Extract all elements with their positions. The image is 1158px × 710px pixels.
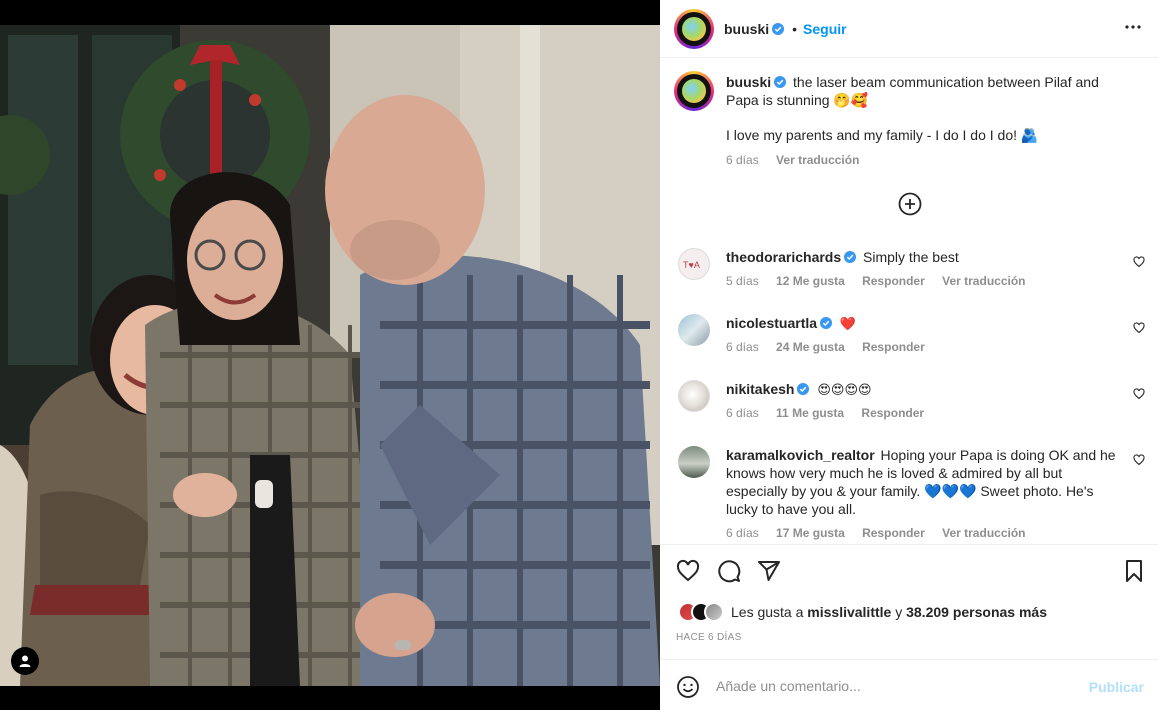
comment-likes[interactable]: 17 Me gusta (776, 526, 845, 540)
svg-text:T♥A: T♥A (683, 260, 700, 270)
comment-body: nicolestuartla ❤️ (726, 314, 1116, 334)
comment-text: 😍😍😍😍 (817, 383, 872, 398)
comment-composer: Publicar (660, 661, 1158, 710)
post-header: buuski • Seguir (660, 0, 1158, 58)
comment-input[interactable] (716, 675, 1076, 697)
commenter-avatar[interactable]: T♥A (678, 248, 710, 280)
commenter-avatar[interactable] (678, 314, 710, 346)
publish-button[interactable]: Publicar (1089, 679, 1144, 695)
comment-meta: 6 días 24 Me gusta Responder (726, 340, 939, 354)
photo-illustration (0, 25, 660, 686)
caption-line2: I love my parents and my family - I do I… (726, 127, 1121, 144)
separator-dot: • (792, 20, 798, 37)
comment-meta: 6 días 11 Me gusta Responder (726, 406, 938, 420)
photo-panel (0, 0, 660, 710)
comment-likes[interactable]: 11 Me gusta (776, 406, 844, 420)
follow-button[interactable]: Seguir (803, 21, 847, 37)
verified-icon (772, 22, 785, 35)
comment-meta: 5 días 12 Me gusta Responder Ver traducc… (726, 274, 1040, 288)
post-photo[interactable] (0, 25, 660, 686)
comment-body: nikitakesh 😍😍😍😍 (726, 380, 1116, 400)
caption-line2-text: I love my parents and my family - I do I… (726, 127, 1039, 143)
comment-like-icon[interactable] (1133, 388, 1145, 400)
translate-link[interactable]: Ver traducción (942, 526, 1025, 540)
comment-like-icon[interactable] (1133, 454, 1145, 466)
comment-time[interactable]: 5 días (726, 274, 759, 288)
caption-translate-link[interactable]: Ver traducción (776, 153, 859, 167)
comment-meta: 6 días 17 Me gusta Responder Ver traducc… (726, 526, 1040, 540)
emoji-icon[interactable] (676, 675, 700, 699)
comment-likes[interactable]: 24 Me gusta (776, 340, 845, 354)
liker-avatar (704, 602, 724, 622)
comment-like-icon[interactable] (1133, 256, 1145, 268)
post-actions: Les gusta a misslivalittle y 38.209 pers… (660, 544, 1158, 660)
likes-connector: y (895, 604, 903, 620)
commenter-username[interactable]: nikitakesh (726, 381, 794, 397)
comment-body: karamalkovich_realtor Hoping your Papa i… (726, 446, 1116, 518)
caption-time[interactable]: 6 días (726, 153, 759, 167)
reply-button[interactable]: Responder (862, 526, 925, 540)
translate-link[interactable]: Ver traducción (942, 274, 1025, 288)
verified-icon (820, 317, 833, 329)
comment-text: Simply the best (863, 249, 959, 265)
author-username[interactable]: buuski (724, 21, 769, 37)
reply-button[interactable]: Responder (862, 274, 925, 288)
commenter-avatar[interactable] (678, 380, 710, 412)
author-avatar[interactable] (674, 8, 714, 49)
posted-ago[interactable]: HACE 6 DÍAS (676, 632, 742, 643)
like-icon[interactable] (676, 559, 700, 583)
verified-icon (797, 383, 810, 395)
load-more-icon[interactable] (898, 192, 922, 216)
more-options-icon[interactable] (1124, 18, 1142, 36)
instagram-post-modal: buuski • Seguir buuski the laser beam co… (0, 0, 1158, 710)
reply-button[interactable]: Responder (862, 340, 925, 354)
caption-text-block: buuski the laser beam communication betw… (726, 73, 1121, 109)
comment-time[interactable]: 6 días (726, 526, 759, 540)
verified-icon (844, 251, 857, 263)
likes-prefix: Les gusta a (731, 604, 804, 620)
commenter-avatar[interactable] (678, 446, 710, 478)
comment-time[interactable]: 6 días (726, 406, 759, 420)
save-icon[interactable] (1122, 559, 1146, 583)
commenter-username[interactable]: nicolestuartla (726, 315, 817, 331)
comment-body: theodorarichards Simply the best (726, 248, 1116, 266)
tag-user-icon[interactable] (11, 647, 39, 675)
share-icon[interactable] (757, 559, 781, 583)
commenter-username[interactable]: theodorarichards (726, 249, 841, 265)
caption-meta: 6 días Ver traducción (726, 153, 873, 167)
reply-button[interactable]: Responder (861, 406, 924, 420)
likes-summary[interactable]: Les gusta a misslivalittle y 38.209 pers… (678, 602, 1047, 622)
comments-list[interactable]: buuski the laser beam communication betw… (660, 59, 1158, 544)
caption-author-avatar[interactable] (674, 71, 714, 111)
likes-others[interactable]: 38.209 personas más (906, 604, 1047, 620)
comment-time[interactable]: 6 días (726, 340, 759, 354)
likes-user[interactable]: misslivalittle (807, 604, 891, 620)
post-side-panel: buuski • Seguir buuski the laser beam co… (660, 0, 1158, 710)
commenter-username[interactable]: karamalkovich_realtor (726, 447, 875, 463)
caption-author-username[interactable]: buuski (726, 74, 771, 90)
likes-text: Les gusta a misslivalittle y 38.209 pers… (731, 604, 1047, 620)
comment-text: ❤️ (839, 317, 857, 332)
comment-icon[interactable] (717, 559, 741, 583)
comment-likes[interactable]: 12 Me gusta (776, 274, 845, 288)
comment-like-icon[interactable] (1133, 322, 1145, 334)
verified-icon (774, 76, 787, 88)
